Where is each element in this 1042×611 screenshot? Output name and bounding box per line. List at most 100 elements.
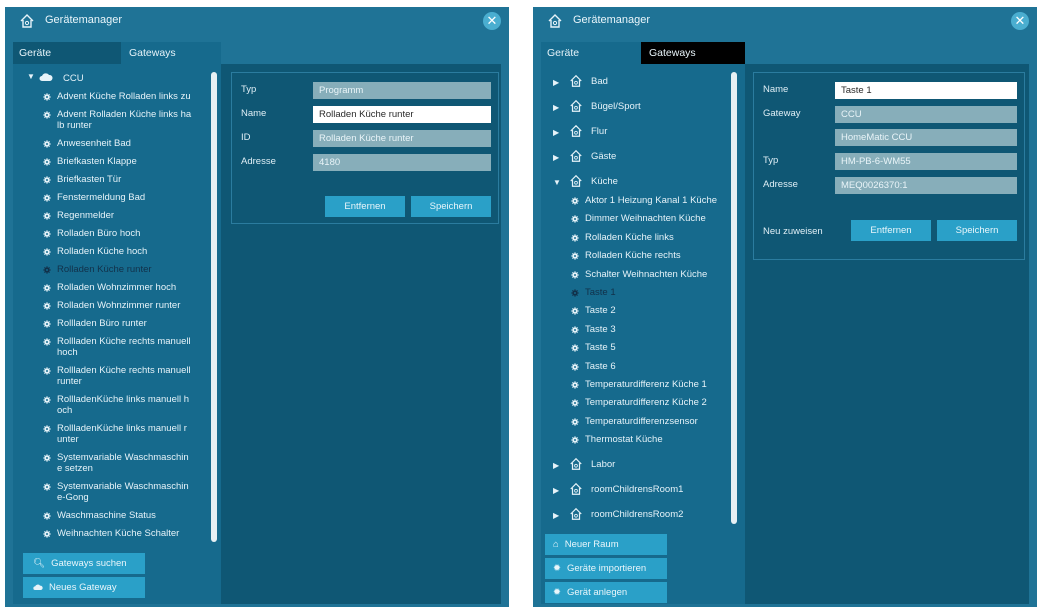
device-label: Dimmer Weihnachten Küche bbox=[585, 213, 706, 225]
tab-gateways[interactable]: Gateways bbox=[641, 42, 745, 64]
device-label: Temperaturdifferenz Küche 1 bbox=[585, 379, 707, 390]
tab-devices[interactable]: Geräte bbox=[13, 42, 121, 64]
caret-right-icon[interactable]: ▶ bbox=[553, 77, 559, 88]
gear-icon bbox=[571, 326, 579, 334]
device-label: Rollladen Küche rechts manuell bbox=[57, 336, 191, 347]
gear-icon bbox=[571, 344, 579, 352]
device-label: Rolladen Küche hoch bbox=[57, 246, 148, 257]
details-panel: Typ Programm Name Rolladen Küche runter … bbox=[221, 64, 501, 604]
id-field: Rolladen Küche runter bbox=[313, 130, 491, 147]
device-label: Rolladen Küche links bbox=[585, 231, 674, 243]
caret-right-icon[interactable]: ▶ bbox=[553, 485, 559, 496]
home-icon bbox=[570, 149, 582, 162]
gear-icon bbox=[43, 158, 51, 166]
create-device-button[interactable]: ✹ Gerät anlegen bbox=[545, 582, 667, 603]
room-label: Labor bbox=[591, 458, 616, 470]
device-label: lb runter bbox=[57, 120, 92, 131]
tab-gateways[interactable]: Gateways bbox=[121, 42, 221, 64]
gear-icon bbox=[43, 454, 51, 462]
cloud-icon bbox=[39, 73, 53, 81]
caret-down-icon[interactable]: ▼ bbox=[553, 177, 561, 188]
gear-icon bbox=[43, 302, 51, 310]
device-label: Systemvariable Waschmaschin bbox=[57, 481, 189, 492]
name-label: Name bbox=[763, 84, 789, 95]
search-gateways-button[interactable]: 🔍︎ Gateways suchen bbox=[23, 553, 145, 574]
device-label: e-Gong bbox=[57, 492, 89, 503]
gear-icon: ✹ bbox=[553, 563, 561, 574]
device-label: Taste 3 bbox=[585, 323, 616, 335]
home-icon bbox=[548, 14, 562, 28]
device-manager-window-devices: Gerätemanager ✕ Geräte Gateways ▶ Bad ▶ Büg… bbox=[533, 7, 1037, 607]
gear-icon bbox=[43, 320, 51, 328]
device-label: Taste 5 bbox=[585, 342, 616, 354]
gear-icon bbox=[571, 234, 579, 242]
gear-icon bbox=[43, 284, 51, 292]
caret-right-icon[interactable]: ▶ bbox=[553, 102, 559, 113]
new-room-button[interactable]: ⌂ Neuer Raum bbox=[545, 534, 667, 555]
device-label: och bbox=[57, 405, 73, 416]
gear-icon bbox=[571, 399, 579, 407]
caret-right-icon[interactable]: ▶ bbox=[553, 152, 559, 163]
typ-label: Typ bbox=[763, 155, 779, 166]
home-icon bbox=[570, 74, 582, 87]
gear-icon bbox=[43, 367, 51, 375]
device-label: unter bbox=[57, 434, 79, 445]
close-icon: ✕ bbox=[486, 13, 498, 28]
name-label: Name bbox=[241, 108, 267, 119]
room-label: Bad bbox=[591, 76, 608, 87]
device-label: Rolladen Wohnzimmer runter bbox=[57, 300, 181, 311]
address-field: 4180 bbox=[313, 154, 491, 171]
create-device-label: Gerät anlegen bbox=[566, 587, 628, 598]
name-field[interactable]: Taste 1 bbox=[835, 82, 1017, 99]
gear-icon bbox=[43, 266, 51, 274]
scrollbar[interactable] bbox=[211, 72, 217, 542]
device-label: Rollladen Küche rechts manuell bbox=[57, 365, 191, 376]
gear-icon bbox=[43, 230, 51, 238]
remove-button[interactable]: Entfernen bbox=[851, 220, 931, 241]
device-label: Anwesenheit Bad bbox=[57, 138, 131, 149]
gateway-ccu-label[interactable]: CCU bbox=[63, 73, 84, 84]
device-label: Rollladen Büro runter bbox=[57, 318, 147, 329]
tab-devices[interactable]: Geräte bbox=[541, 42, 641, 64]
caret-down-icon[interactable]: ▼ bbox=[27, 72, 35, 81]
gear-icon bbox=[43, 425, 51, 433]
home-icon: ⌂ bbox=[553, 539, 559, 550]
address-label: Adresse bbox=[763, 179, 798, 190]
caret-right-icon[interactable]: ▶ bbox=[553, 460, 559, 471]
import-devices-label: Geräte importieren bbox=[566, 563, 647, 574]
room-label: Küche bbox=[591, 176, 618, 187]
remove-button[interactable]: Entfernen bbox=[325, 196, 405, 217]
device-label: Rolladen Wohnzimmer hoch bbox=[57, 282, 177, 293]
close-button[interactable]: ✕ bbox=[1011, 12, 1029, 30]
gear-icon bbox=[571, 197, 579, 205]
title-bar: Gerätemanager ✕ bbox=[533, 7, 1037, 35]
import-devices-button[interactable]: ✹ Geräte importieren bbox=[545, 558, 667, 579]
reassign-label[interactable]: Neu zuweisen bbox=[763, 226, 823, 237]
gear-icon bbox=[571, 381, 579, 389]
device-label: Temperaturdifferenz Küche 2 bbox=[585, 397, 707, 409]
gear-icon bbox=[43, 111, 51, 119]
close-icon: ✕ bbox=[1014, 13, 1026, 28]
save-button[interactable]: Speichern bbox=[937, 220, 1017, 241]
caret-right-icon[interactable]: ▶ bbox=[553, 127, 559, 138]
gear-icon bbox=[43, 483, 51, 491]
gear-icon bbox=[571, 289, 579, 297]
gateway-type-field: HomeMatic CCU bbox=[835, 129, 1017, 146]
cloud-icon bbox=[33, 584, 43, 590]
new-gateway-button[interactable]: Neues Gateway bbox=[23, 577, 145, 598]
close-button[interactable]: ✕ bbox=[483, 12, 501, 30]
new-gateway-label: Neues Gateway bbox=[49, 582, 117, 593]
gateway-tree-panel: ▼ CCU Advent Küche Rolladen links zu Adve… bbox=[13, 64, 221, 604]
window-title: Gerätemanager bbox=[45, 14, 123, 26]
gear-icon bbox=[571, 362, 579, 371]
room-label: Flur bbox=[591, 126, 608, 137]
gear-icon bbox=[571, 436, 579, 444]
scrollbar[interactable] bbox=[731, 72, 737, 524]
caret-right-icon[interactable]: ▶ bbox=[553, 510, 559, 521]
typ-label: Typ bbox=[241, 84, 257, 95]
device-label: Taste 6 bbox=[585, 360, 616, 372]
tab-gateways-label: Gateways bbox=[129, 47, 176, 59]
save-button[interactable]: Speichern bbox=[411, 196, 491, 217]
name-field[interactable]: Rolladen Küche runter bbox=[313, 106, 491, 123]
room-label: Bügel/Sport bbox=[591, 101, 641, 112]
